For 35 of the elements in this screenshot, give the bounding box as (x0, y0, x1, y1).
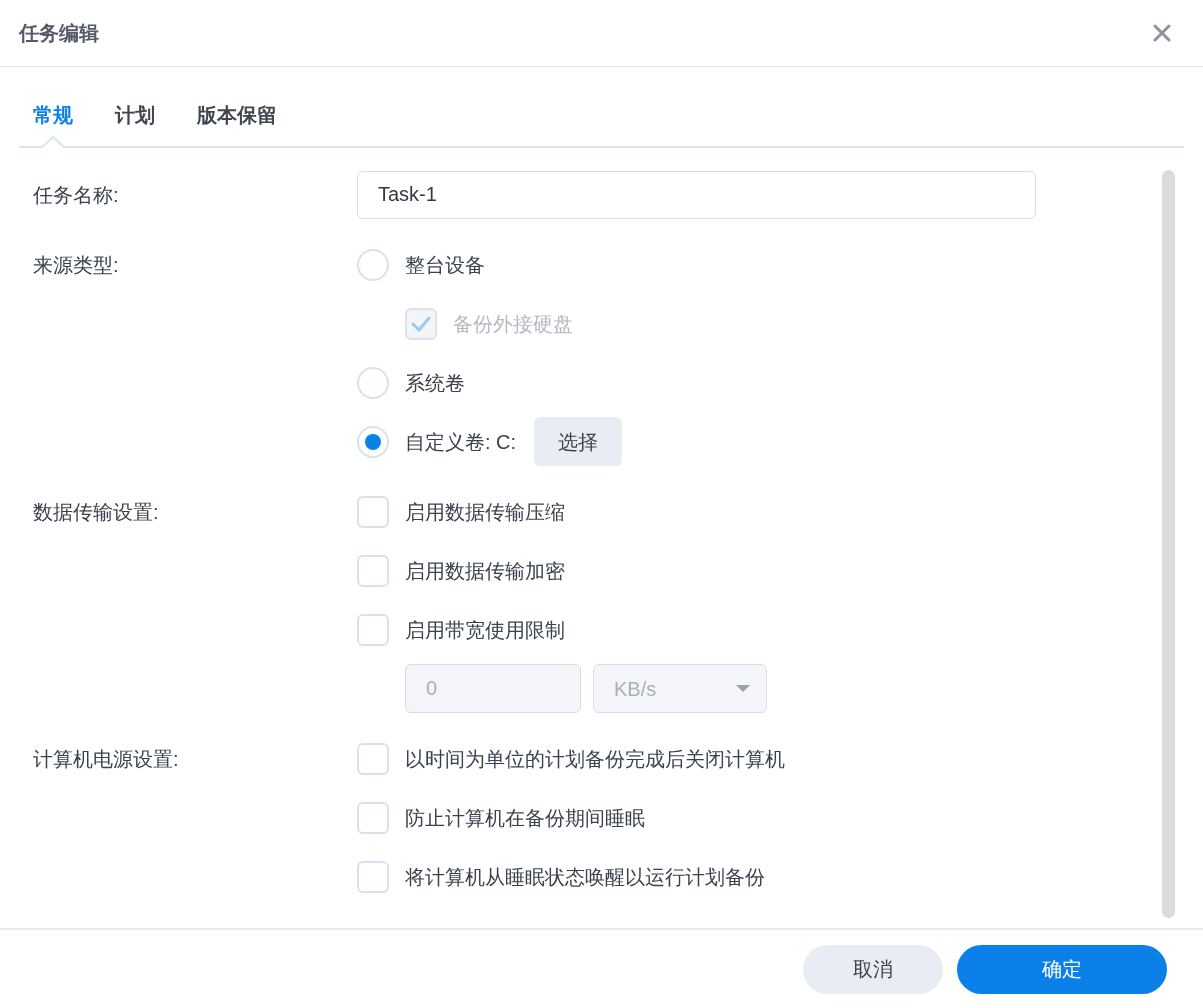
choose-button[interactable]: 选择 (534, 417, 623, 466)
radio-button[interactable] (357, 366, 389, 399)
task-name-field[interactable]: Task-1 (357, 170, 1036, 219)
radio-label: 自定义卷: C: (405, 429, 517, 455)
checkbox-label: 启用数据传输加密 (405, 558, 565, 584)
field-label: 任务名称: (33, 182, 119, 208)
checkbox[interactable] (357, 495, 389, 528)
checkbox[interactable] (357, 801, 389, 834)
field-label: 来源类型: (33, 252, 119, 278)
confirm-button[interactable]: 确定 (957, 944, 1167, 994)
checkbox-label: 启用带宽使用限制 (405, 617, 565, 643)
tab[interactable]: 常规 (33, 97, 73, 146)
checkbox-label: 防止计算机在备份期间睡眠 (405, 805, 645, 831)
caret-icon (736, 685, 750, 692)
checkbox-label: 启用数据传输压缩 (405, 499, 565, 525)
tab[interactable]: 计划 (115, 97, 155, 146)
checkbox[interactable] (357, 742, 389, 775)
tab[interactable]: 版本保留 (197, 97, 277, 146)
field-label: 计算机电源设置: (33, 746, 179, 772)
checkbox-label: 以时间为单位的计划备份完成后关闭计算机 (405, 746, 785, 772)
check-icon (411, 315, 431, 332)
checkbox[interactable] (357, 613, 389, 646)
cancel-button[interactable]: 取消 (803, 944, 943, 994)
checkbox-label: 将计算机从睡眠状态唤醒以运行计划备份 (405, 864, 765, 890)
checkbox[interactable] (357, 554, 389, 587)
dialog-title: 任务编辑 (19, 21, 99, 46)
checkbox[interactable] (357, 860, 389, 893)
checkbox-label: 备份外接硬盘 (453, 311, 573, 337)
close-icon[interactable] (1153, 24, 1171, 42)
radio-button[interactable] (357, 425, 389, 458)
radio-label: 系统卷 (405, 370, 465, 396)
radio-button[interactable] (357, 248, 389, 281)
scrollbar[interactable] (1162, 170, 1175, 918)
field-label: 数据传输设置: (33, 499, 159, 525)
radio-label: 整台设备 (405, 252, 485, 278)
